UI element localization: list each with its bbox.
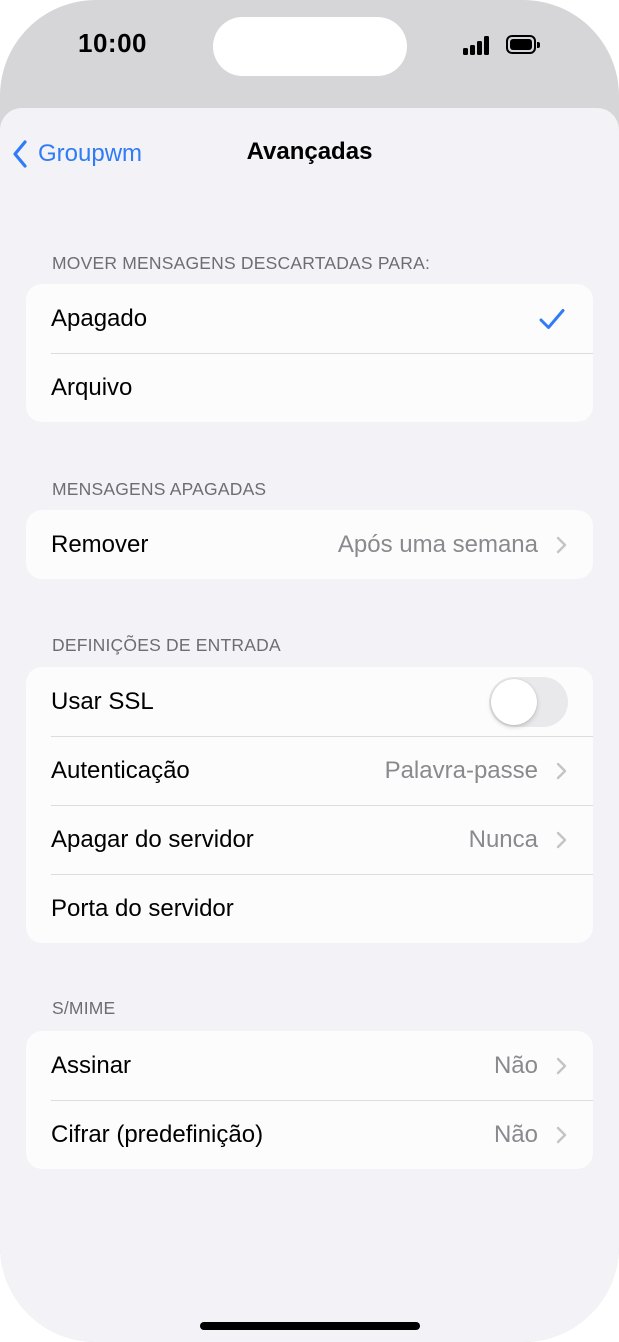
row-label: Cifrar (predefinição) <box>51 1120 264 1148</box>
cellular-signal-icon <box>463 35 495 55</box>
row-label: Assinar <box>51 1051 132 1079</box>
move-discarded-group: Apagado Arquivo <box>26 284 593 422</box>
row-value: Não <box>493 1051 538 1079</box>
toggle-knob <box>491 678 537 725</box>
section-header-move-discarded: MOVER MENSAGENS DESCARTADAS PARA: <box>52 253 431 273</box>
smime-group: Assinar Não Cifrar (predefinição) Não <box>26 1031 593 1169</box>
battery-icon <box>506 35 540 54</box>
navigation-bar: Groupwm Avançadas <box>0 108 619 200</box>
row-label: Apagar do servidor <box>51 825 254 853</box>
row-label: Porta do servidor <box>51 894 234 922</box>
server-port-row[interactable]: Porta do servidor <box>26 874 593 943</box>
chevron-right-icon <box>556 1126 567 1143</box>
option-apagado[interactable]: Apagado <box>26 284 593 353</box>
chevron-right-icon <box>556 831 567 848</box>
remove-row[interactable]: Remover Após uma semana <box>26 510 593 579</box>
home-indicator[interactable] <box>200 1322 420 1330</box>
authentication-row[interactable]: Autenticação Palavra-passe <box>26 736 593 805</box>
delete-from-server-row[interactable]: Apagar do servidor Nunca <box>26 805 593 874</box>
phone-frame: 10:00 Groupwm Avançadas MOVER MENSAGENS … <box>0 0 619 1342</box>
deleted-messages-group: Remover Após uma semana <box>26 510 593 579</box>
settings-sheet: Groupwm Avançadas MOVER MENSAGENS DESCAR… <box>0 108 619 1342</box>
row-label: Autenticação <box>51 756 190 784</box>
option-label: Arquivo <box>51 373 133 401</box>
row-value: Palavra-passe <box>384 756 538 784</box>
chevron-right-icon <box>556 1057 567 1074</box>
chevron-right-icon <box>556 762 567 779</box>
encrypt-default-row[interactable]: Cifrar (predefinição) Não <box>26 1100 593 1169</box>
checkmark-icon <box>539 308 565 329</box>
dynamic-island <box>213 17 407 76</box>
row-label: Usar SSL <box>51 687 154 715</box>
use-ssl-row: Usar SSL <box>26 667 593 736</box>
option-label: Apagado <box>51 304 148 332</box>
section-header-incoming-settings: DEFINIÇÕES DE ENTRADA <box>52 635 281 655</box>
sign-row[interactable]: Assinar Não <box>26 1031 593 1100</box>
row-value: Após uma semana <box>337 530 538 558</box>
option-arquivo[interactable]: Arquivo <box>26 353 593 422</box>
page-title: Avançadas <box>246 138 373 165</box>
row-value: Nunca <box>468 825 538 853</box>
section-header-deleted-messages: MENSAGENS APAGADAS <box>52 479 267 499</box>
row-label: Remover <box>51 530 149 558</box>
chevron-right-icon <box>556 536 567 553</box>
status-bar: 10:00 <box>0 0 619 96</box>
use-ssl-toggle[interactable] <box>489 676 568 727</box>
section-header-smime: S/MIME <box>52 998 116 1018</box>
incoming-settings-group: Usar SSL Autenticação Palavra-passe Apag… <box>26 667 593 943</box>
row-value: Não <box>493 1120 538 1148</box>
status-time: 10:00 <box>78 28 147 58</box>
